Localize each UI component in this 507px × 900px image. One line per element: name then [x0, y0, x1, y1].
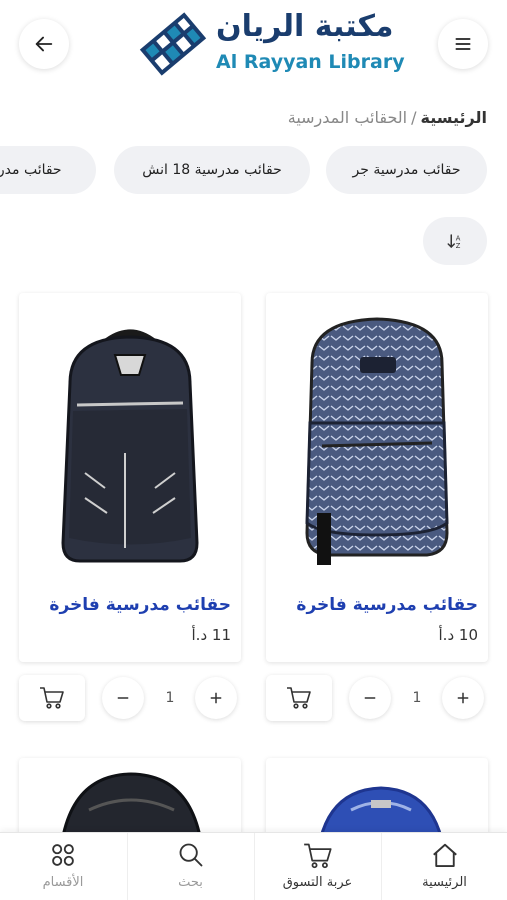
chip-school-bags[interactable]: حقائب مدرسية	[0, 146, 96, 194]
minus-icon	[364, 697, 376, 699]
quantity-decrease-button[interactable]	[349, 677, 391, 719]
quantity-value[interactable]: 1	[402, 690, 432, 706]
quantity-decrease-button[interactable]	[102, 677, 144, 719]
home-icon	[432, 843, 457, 867]
quantity-increase-button[interactable]	[195, 677, 237, 719]
sort-icon: A Z	[447, 234, 461, 250]
breadcrumb-separator: /	[411, 108, 417, 127]
back-button[interactable]	[19, 19, 69, 69]
add-to-cart-button[interactable]	[266, 675, 332, 721]
logo-text-english: Al Rayyan Library	[216, 51, 405, 73]
nav-cart[interactable]: عربة التسوق	[254, 833, 380, 900]
header: مكتبة الريان Al Rayyan Library	[0, 0, 507, 92]
search-icon	[179, 843, 202, 867]
add-to-cart-button[interactable]	[19, 675, 85, 721]
product-card[interactable]: حقائب مدرسية فاخرة 10 د.أ	[266, 293, 488, 662]
backpack-blue-pattern-image	[305, 317, 449, 565]
categories-icon	[52, 844, 74, 866]
bottom-navigation: الرئيسية عربة التسوق بحث الأقسام	[0, 832, 507, 900]
product-card[interactable]: حقائب مدرسية فاخرة 11 د.أ	[19, 293, 241, 662]
minus-icon	[117, 697, 129, 699]
product-price: 11 د.أ	[191, 626, 231, 644]
nav-categories-label: الأقسام	[42, 875, 84, 890]
breadcrumb-home-link[interactable]: الرئيسية	[421, 108, 488, 127]
product-image[interactable]	[19, 293, 241, 583]
chip-18-inch-bags[interactable]: حقائب مدرسية 18 انش	[114, 146, 310, 194]
svg-text:Z: Z	[456, 242, 461, 250]
hamburger-menu-icon	[455, 38, 471, 50]
breadcrumb: الرئيسية/الحقائب المدرسية	[288, 108, 487, 127]
cart-icon	[303, 843, 332, 869]
menu-button[interactable]	[438, 19, 488, 69]
product-price: 10 د.أ	[438, 626, 478, 644]
nav-search[interactable]: بحث	[127, 833, 253, 900]
cart-icon	[287, 687, 311, 709]
product-title[interactable]: حقائب مدرسية فاخرة	[49, 595, 231, 615]
quantity-increase-button[interactable]	[442, 677, 484, 719]
nav-home[interactable]: الرئيسية	[381, 833, 507, 900]
nav-cart-label: عربة التسوق	[282, 875, 353, 890]
breadcrumb-current: الحقائب المدرسية	[287, 108, 408, 127]
quantity-value[interactable]: 1	[155, 690, 185, 706]
nav-search-label: بحث	[178, 875, 203, 890]
brand-logo[interactable]: مكتبة الريان Al Rayyan Library	[134, 7, 405, 81]
chip-trolley-bags[interactable]: حقائب مدرسية جر	[326, 146, 487, 194]
logo-text-arabic: مكتبة الريان	[216, 9, 394, 44]
sort-button[interactable]: A Z	[423, 217, 487, 265]
cart-icon	[40, 687, 64, 709]
plus-icon	[210, 692, 222, 704]
nav-home-label: الرئيسية	[422, 875, 467, 890]
product-image[interactable]	[266, 293, 488, 583]
subcategory-chips: حقائب مدرسية جر حقائب مدرسية 18 انش حقائ…	[0, 146, 507, 194]
logo-emblem-icon	[139, 12, 207, 76]
product-title[interactable]: حقائب مدرسية فاخرة	[296, 595, 478, 615]
nav-categories[interactable]: الأقسام	[0, 833, 126, 900]
plus-icon	[457, 692, 469, 704]
arrow-left-icon	[35, 36, 53, 52]
backpack-black-image	[61, 329, 199, 563]
